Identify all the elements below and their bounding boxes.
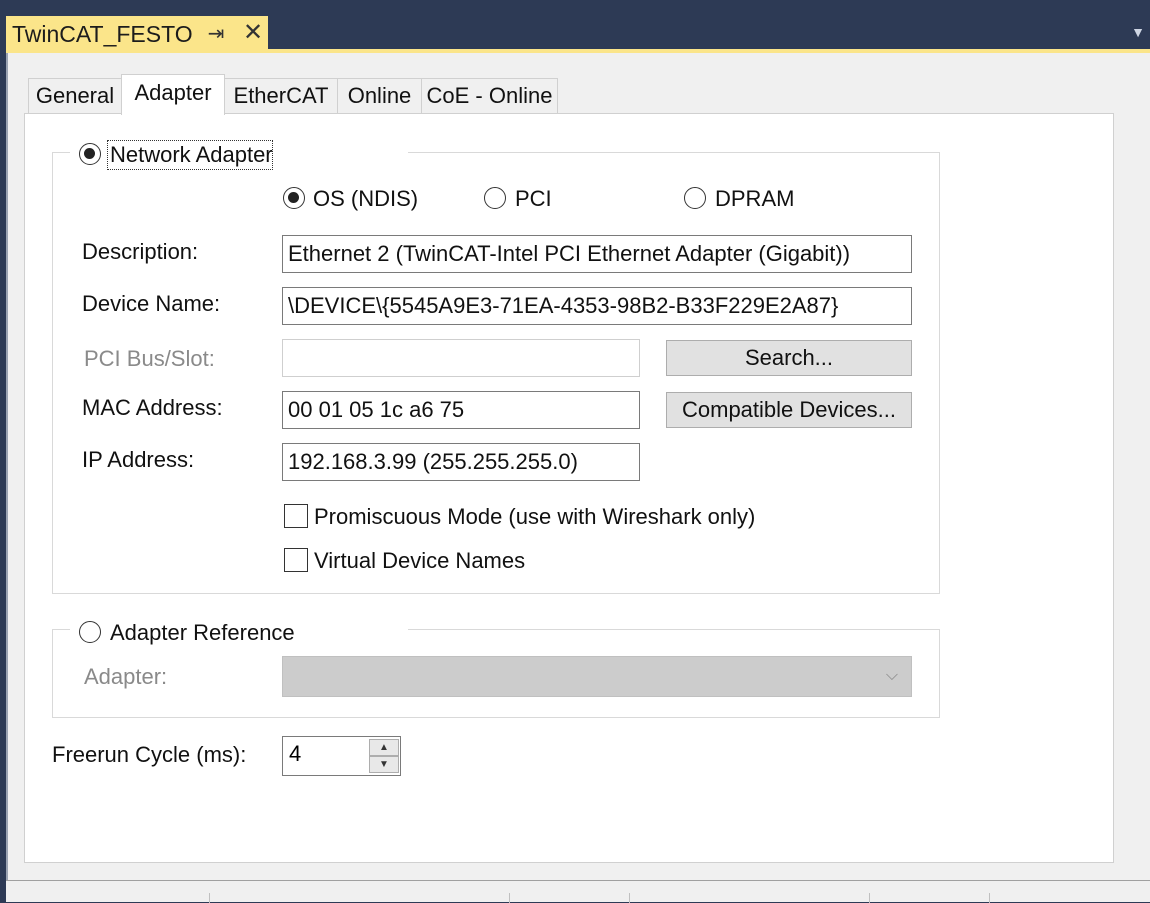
pin-icon[interactable]: ⇥ [204, 22, 228, 46]
freerun-cycle-stepper[interactable]: 4 ▲ ▼ [282, 736, 401, 776]
device-name-field[interactable]: \DEVICE\{5545A9E3-71EA-4353-98B2-B33F229… [282, 287, 912, 325]
tab-adapter[interactable]: Adapter [121, 74, 225, 115]
pci-radio[interactable] [484, 187, 506, 209]
document-tab[interactable]: TwinCAT_FESTO ⇥ ✕ [6, 16, 268, 50]
dpram-label: DPRAM [715, 186, 795, 211]
close-icon[interactable]: ✕ [240, 20, 266, 46]
network-adapter-radio[interactable] [79, 143, 101, 165]
chevron-down-icon: ⌵ [885, 667, 899, 684]
dpram-radio[interactable] [684, 187, 706, 209]
ip-address-label: IP Address: [82, 447, 195, 472]
pci-bus-slot-label: PCI Bus/Slot: [84, 346, 215, 371]
device-name-label: Device Name: [82, 291, 221, 316]
promiscuous-mode-checkbox[interactable] [284, 504, 308, 528]
document-tab-title: TwinCAT_FESTO [12, 21, 193, 47]
freerun-cycle-label: Freerun Cycle (ms): [52, 742, 247, 767]
description-label: Description: [82, 239, 199, 264]
spin-down-icon[interactable]: ▼ [369, 756, 399, 773]
virtual-device-names-checkbox[interactable] [284, 548, 308, 572]
promiscuous-mode-label: Promiscuous Mode (use with Wireshark onl… [314, 504, 756, 529]
tab-coe-online[interactable]: CoE - Online [421, 78, 558, 114]
adapter-reference-radio[interactable] [79, 621, 101, 643]
spin-up-icon[interactable]: ▲ [369, 739, 399, 756]
tab-dropdown-icon[interactable]: ▼ [1128, 22, 1148, 42]
os-ndis-label: OS (NDIS) [313, 186, 419, 211]
network-adapter-label: Network Adapter [110, 142, 273, 167]
tab-general[interactable]: General [28, 78, 122, 114]
adapter-reference-label: Adapter Reference [110, 620, 295, 645]
virtual-device-names-label: Virtual Device Names [314, 548, 526, 573]
bottom-pane [6, 880, 1150, 903]
adapter-combobox: ⌵ [282, 656, 912, 697]
ip-address-field[interactable]: 192.168.3.99 (255.255.255.0) [282, 443, 640, 481]
mac-address-field[interactable]: 00 01 05 1c a6 75 [282, 391, 640, 429]
adapter-label: Adapter: [84, 664, 168, 689]
description-field[interactable]: Ethernet 2 (TwinCAT-Intel PCI Ethernet A… [282, 235, 912, 273]
search-button[interactable]: Search... [666, 340, 912, 376]
tab-ethercat[interactable]: EtherCAT [224, 78, 338, 114]
os-ndis-radio[interactable] [283, 187, 305, 209]
compatible-devices-button[interactable]: Compatible Devices... [666, 392, 912, 428]
tab-online[interactable]: Online [337, 78, 422, 114]
pci-label: PCI [515, 186, 552, 211]
pci-bus-slot-field [282, 339, 640, 377]
freerun-cycle-value[interactable]: 4 [289, 741, 301, 767]
mac-address-label: MAC Address: [82, 395, 223, 420]
